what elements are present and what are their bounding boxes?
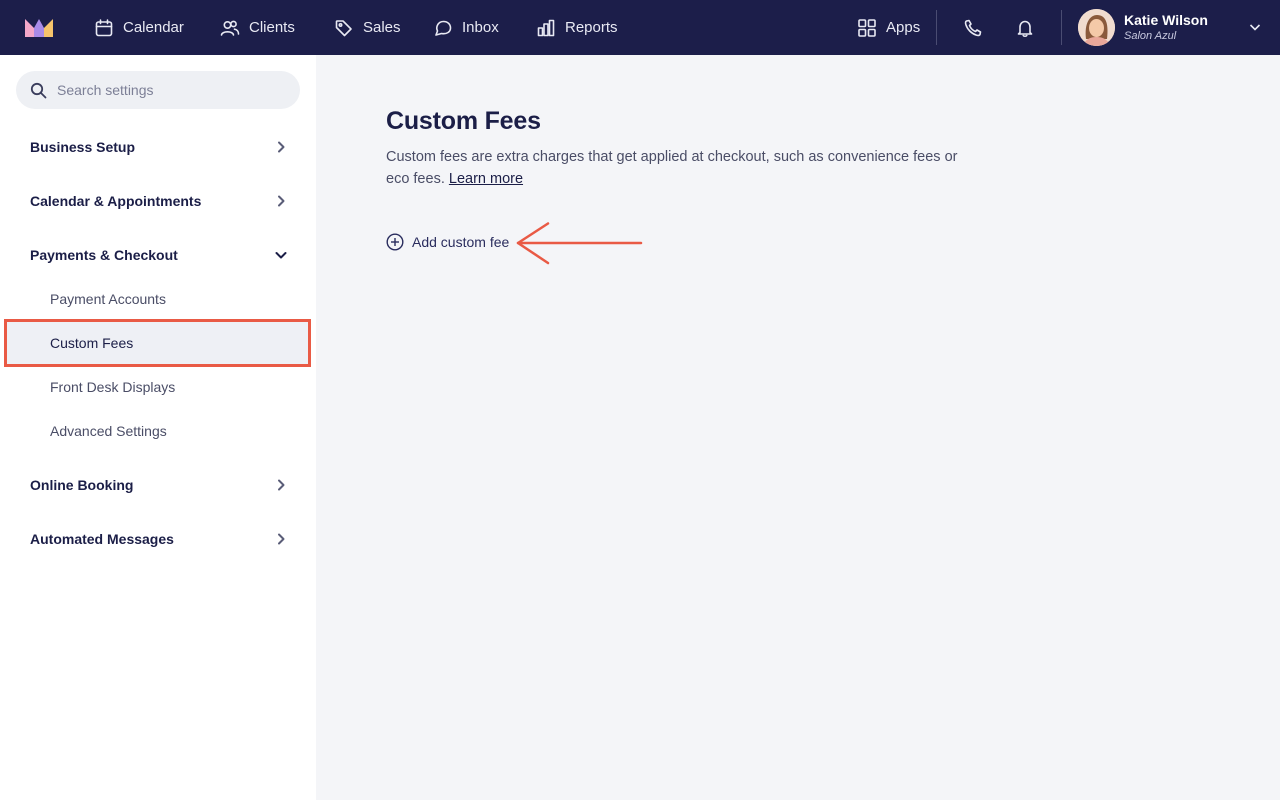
- avatar: [1078, 9, 1115, 46]
- sidebar-section-online-booking[interactable]: Online Booking: [30, 473, 288, 497]
- sidebar-item-payment-accounts[interactable]: Payment Accounts: [50, 289, 166, 309]
- topbar-divider: [1061, 10, 1062, 45]
- apps-grid-icon: [858, 18, 876, 37]
- sidebar-section-label: Payments & Checkout: [30, 247, 178, 263]
- topbar-divider: [936, 10, 937, 45]
- pointer-arrow-icon: [516, 222, 643, 265]
- sidebar-section-payments-checkout[interactable]: Payments & Checkout: [30, 243, 288, 267]
- sidebar-item-custom-fees[interactable]: Custom Fees: [50, 333, 133, 353]
- search-icon: [30, 82, 47, 98]
- nav-inbox[interactable]: Inbox: [433, 0, 499, 55]
- sidebar-item-front-desk-displays[interactable]: Front Desk Displays: [50, 377, 175, 397]
- sidebar-section-label: Automated Messages: [30, 531, 174, 547]
- chevron-right-icon: [278, 141, 285, 153]
- calendar-icon: [95, 18, 113, 36]
- sidebar-item-label: Advanced Settings: [50, 423, 167, 439]
- phone-icon: [964, 19, 982, 36]
- add-custom-fee-button[interactable]: Add custom fee: [386, 232, 509, 252]
- page-description: Custom fees are extra charges that get a…: [386, 146, 976, 190]
- avatar-photo-icon: [1078, 9, 1115, 46]
- nav-inbox-label: Inbox: [462, 19, 499, 36]
- sidebar-item-label: Payment Accounts: [50, 291, 166, 307]
- settings-search[interactable]: [16, 71, 300, 109]
- settings-sidebar: Business Setup Calendar & Appointments P…: [0, 55, 316, 800]
- nav-clients-label: Clients: [249, 19, 295, 36]
- user-organization: Salon Azul: [1124, 30, 1177, 42]
- notifications-button[interactable]: [1010, 0, 1040, 55]
- chevron-down-icon: [275, 252, 287, 259]
- brand-logo-icon[interactable]: [25, 17, 53, 37]
- tag-icon: [335, 19, 352, 36]
- clients-icon: [220, 20, 240, 36]
- phone-button[interactable]: [958, 0, 988, 55]
- sidebar-section-business-setup[interactable]: Business Setup: [30, 135, 288, 159]
- sidebar-item-label: Custom Fees: [50, 335, 134, 351]
- bar-chart-icon: [537, 19, 555, 36]
- sidebar-section-label: Online Booking: [30, 477, 134, 493]
- nav-calendar[interactable]: Calendar: [94, 0, 184, 55]
- sidebar-section-label: Calendar & Appointments: [30, 193, 202, 209]
- plus-circle-icon: [386, 233, 404, 251]
- user-name: Katie Wilson: [1124, 12, 1208, 28]
- nav-sales[interactable]: Sales: [334, 0, 401, 55]
- nav-reports[interactable]: Reports: [536, 0, 618, 55]
- nav-clients[interactable]: Clients: [220, 0, 295, 55]
- chevron-right-icon: [278, 195, 285, 207]
- nav-reports-label: Reports: [565, 19, 618, 36]
- nav-calendar-label: Calendar: [123, 19, 184, 36]
- nav-apps[interactable]: Apps: [857, 0, 920, 55]
- chevron-right-icon: [278, 533, 285, 545]
- sidebar-section-calendar-appointments[interactable]: Calendar & Appointments: [30, 189, 288, 213]
- add-custom-fee-label: Add custom fee: [412, 234, 510, 250]
- nav-apps-label: Apps: [886, 19, 921, 36]
- chevron-right-icon: [278, 479, 285, 491]
- top-navigation-bar: Calendar Clients Sales Inbox Reports App…: [0, 0, 1280, 55]
- bell-icon: [1017, 20, 1033, 37]
- sidebar-section-label: Business Setup: [30, 139, 136, 155]
- learn-more-link[interactable]: Learn more: [449, 171, 523, 187]
- nav-sales-label: Sales: [363, 19, 401, 36]
- sidebar-item-advanced-settings[interactable]: Advanced Settings: [50, 421, 167, 441]
- sidebar-item-label: Front Desk Displays: [50, 379, 176, 395]
- user-profile-menu[interactable]: Katie Wilson Salon Azul: [1078, 9, 1263, 46]
- search-input[interactable]: [57, 82, 277, 98]
- page-title: Custom Fees: [386, 107, 541, 135]
- chevron-down-icon: [1249, 24, 1261, 31]
- sidebar-section-automated-messages[interactable]: Automated Messages: [30, 527, 288, 551]
- chat-icon: [435, 20, 452, 36]
